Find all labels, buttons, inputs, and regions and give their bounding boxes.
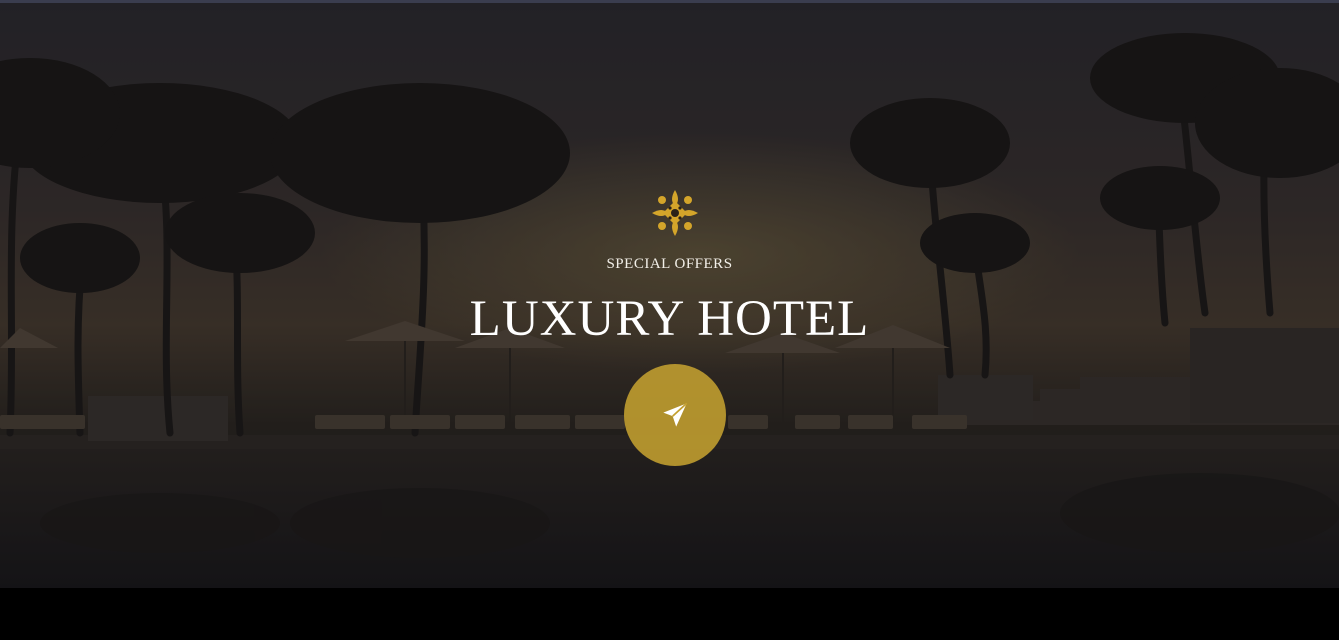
hero-title: LUXURY HOTEL	[469, 291, 870, 347]
golden-flourish-icon	[652, 190, 698, 236]
hero-content: SPECIAL OFFERS LUXURY HOTEL	[0, 3, 1339, 588]
paper-plane-icon	[663, 402, 688, 427]
bottom-bar	[0, 588, 1339, 640]
hero-eyebrow: SPECIAL OFFERS	[606, 256, 733, 272]
hero-banner: SPECIAL OFFERS LUXURY HOTEL	[0, 3, 1339, 588]
send-button[interactable]	[624, 364, 726, 466]
